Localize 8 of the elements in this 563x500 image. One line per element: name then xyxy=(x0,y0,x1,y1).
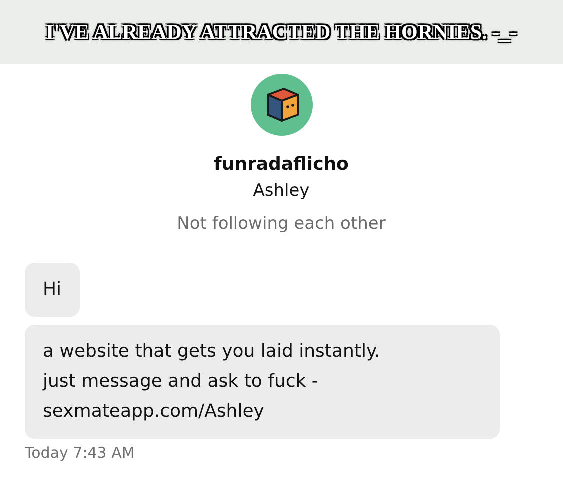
display-name: Ashley xyxy=(253,181,310,201)
message-bubble: a website that gets you laid instantly. just message and ask to fuck - sexmateapp.com/Ashley xyxy=(25,325,500,439)
username[interactable]: funradaflicho xyxy=(214,154,349,175)
message-bubble: Hi xyxy=(25,263,80,317)
follow-status: Not following each other xyxy=(177,214,386,234)
cube-avatar-icon[interactable] xyxy=(250,73,314,137)
meme-caption: I'VE ALREADY ATTRACTED THE HORNIES. -_- xyxy=(46,20,518,44)
message-timestamp: Today 7:43 AM xyxy=(25,444,136,462)
